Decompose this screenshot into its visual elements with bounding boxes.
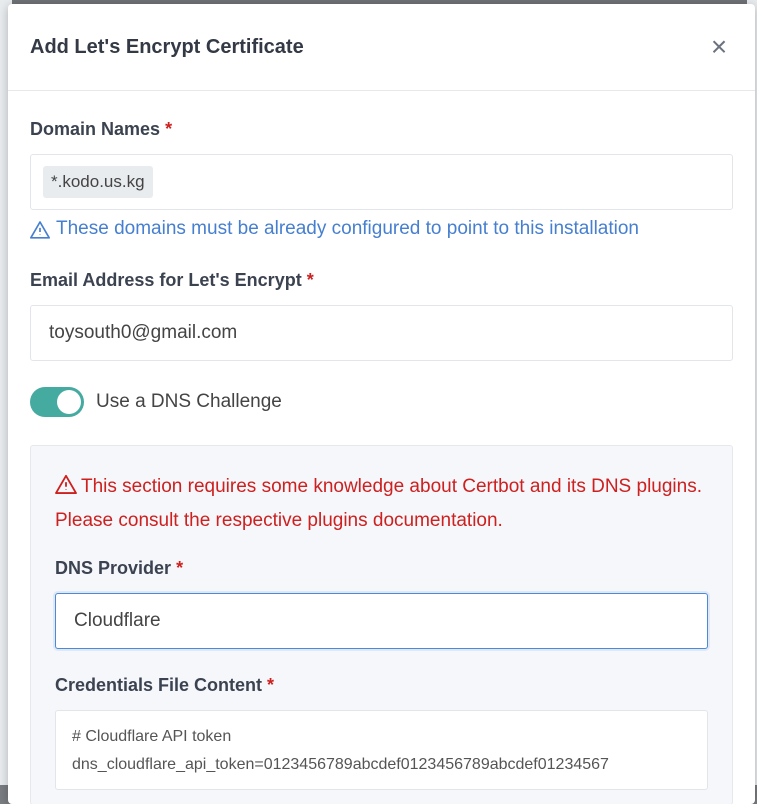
alert-triangle-icon xyxy=(30,220,50,239)
email-label: Email Address for Let's Encrypt * xyxy=(30,270,733,291)
domain-names-input[interactable]: *.kodo.us.kg xyxy=(30,154,733,210)
dns-challenge-row: Use a DNS Challenge xyxy=(30,387,733,417)
dns-provider-select[interactable]: Cloudflare xyxy=(55,593,708,649)
required-marker: * xyxy=(165,119,172,139)
credentials-line: dns_cloudflare_api_token=0123456789abcde… xyxy=(72,751,691,779)
credentials-textarea[interactable]: # Cloudflare API token dns_cloudflare_ap… xyxy=(55,710,708,790)
domain-tag[interactable]: *.kodo.us.kg xyxy=(43,166,153,198)
modal-title: Add Let's Encrypt Certificate xyxy=(30,36,304,59)
alert-triangle-icon xyxy=(55,474,77,494)
dns-warning: This section requires some knowledge abo… xyxy=(55,470,708,538)
email-value: toysouth0@gmail.com xyxy=(43,322,237,344)
credentials-line: # Cloudflare API token xyxy=(72,723,691,751)
required-marker: * xyxy=(267,675,274,695)
dns-provider-label: DNS Provider * xyxy=(55,558,708,579)
dns-challenge-toggle[interactable] xyxy=(30,387,84,417)
modal-header: Add Let's Encrypt Certificate × xyxy=(8,4,755,91)
required-marker: * xyxy=(307,270,314,290)
certificate-modal: Add Let's Encrypt Certificate × Domain N… xyxy=(8,4,755,804)
required-marker: * xyxy=(176,558,183,578)
modal-body: Domain Names * *.kodo.us.kg These domain… xyxy=(8,91,755,804)
close-button[interactable]: × xyxy=(705,33,733,61)
email-field[interactable]: toysouth0@gmail.com xyxy=(30,305,733,361)
dns-provider-value: Cloudflare xyxy=(74,610,161,632)
domain-help-text: These domains must be already configured… xyxy=(30,218,733,240)
dns-settings-panel: This section requires some knowledge abo… xyxy=(30,445,733,804)
domain-names-label: Domain Names * xyxy=(30,119,733,140)
close-icon: × xyxy=(711,33,727,61)
credentials-label: Credentials File Content * xyxy=(55,675,708,696)
dns-challenge-label[interactable]: Use a DNS Challenge xyxy=(96,391,282,413)
toggle-knob xyxy=(57,390,81,414)
